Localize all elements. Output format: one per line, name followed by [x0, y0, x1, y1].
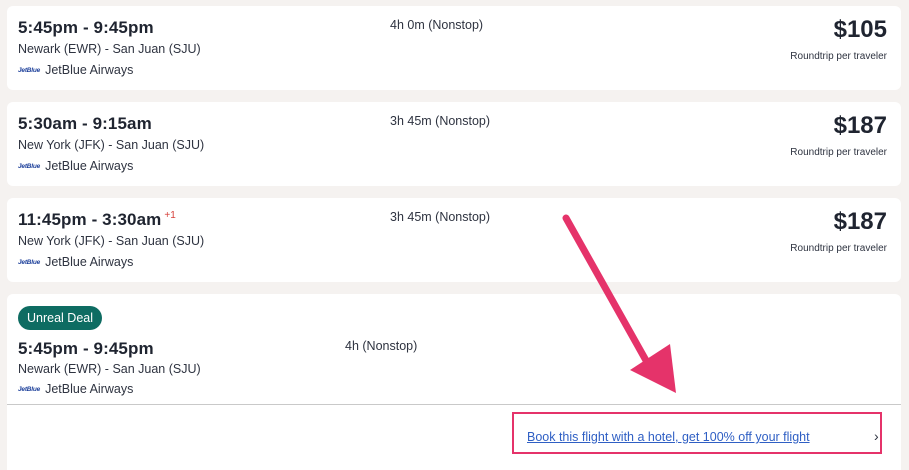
jetblue-logo-icon: JetBlue: [18, 385, 41, 393]
flight-times: 5:45pm - 9:45pm: [18, 18, 154, 37]
airline-name: JetBlue Airways: [45, 63, 134, 77]
flight-card[interactable]: 11:45pm - 3:30am +1 New York (JFK) - San …: [7, 198, 901, 282]
jetblue-logo-icon: JetBlue: [18, 258, 41, 266]
price-note: Roundtrip per traveler: [790, 147, 887, 158]
price-note: Roundtrip per traveler: [790, 51, 887, 62]
airline-row: JetBlue JetBlue Airways: [18, 255, 133, 269]
flight-times: 5:45pm - 9:45pm: [18, 339, 154, 358]
flight-price: $105: [833, 16, 887, 43]
price-note: Roundtrip per traveler: [790, 243, 887, 254]
airline-row: JetBlue JetBlue Airways: [18, 382, 133, 396]
airline-row: JetBlue JetBlue Airways: [18, 159, 133, 173]
airline-name: JetBlue Airways: [45, 255, 134, 269]
airline-name: JetBlue Airways: [45, 382, 134, 396]
unreal-deal-badge: Unreal Deal: [18, 306, 103, 330]
airline-row: JetBlue JetBlue Airways: [18, 63, 133, 77]
jetblue-logo-icon: JetBlue: [18, 162, 41, 170]
flight-route: New York (JFK) - San Juan (SJU): [18, 138, 205, 152]
flight-card[interactable]: 5:45pm - 9:45pm Newark (EWR) - San Juan …: [7, 6, 901, 90]
flight-route: Newark (EWR) - San Juan (SJU): [18, 362, 201, 376]
airline-name: JetBlue Airways: [45, 159, 134, 173]
flight-route: Newark (EWR) - San Juan (SJU): [18, 42, 201, 56]
flight-route: New York (JFK) - San Juan (SJU): [18, 234, 205, 248]
day-offset: +1: [164, 210, 176, 222]
flight-duration: 3h 45m (Nonstop): [390, 114, 491, 128]
jetblue-logo-icon: JetBlue: [18, 66, 41, 74]
divider: [7, 404, 901, 405]
flight-times: 11:45pm - 3:30am +1: [18, 210, 176, 229]
flight-price: $187: [833, 112, 887, 139]
annotation-highlight-box: [512, 412, 882, 454]
flight-times: 5:30am - 9:15am: [18, 114, 152, 133]
flight-price: $187: [833, 208, 887, 235]
flight-card[interactable]: 5:30am - 9:15am New York (JFK) - San Jua…: [7, 102, 901, 186]
flight-duration: 4h (Nonstop): [345, 339, 418, 353]
flight-duration: 3h 45m (Nonstop): [390, 210, 491, 224]
flight-duration: 4h 0m (Nonstop): [390, 18, 484, 32]
